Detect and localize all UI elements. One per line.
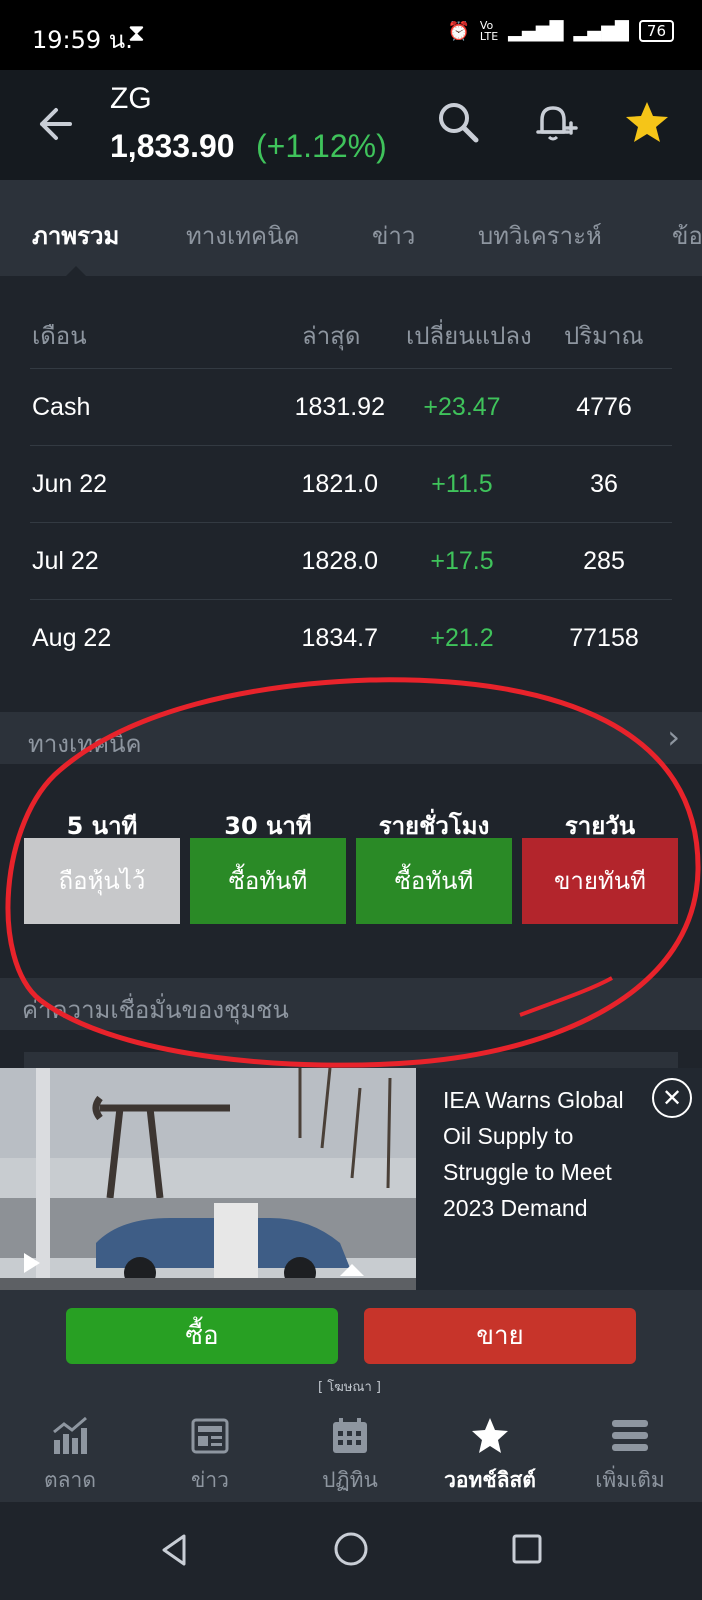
signal-icon-2: ▂▄▆█ [573, 20, 629, 42]
status-icons: ⏰ Vo LTE ▂▄▆█ ▂▄▆█ 76 [447, 20, 674, 42]
section-title: ทางเทคนิค [28, 730, 142, 758]
signal-sell: ขายทันที [522, 838, 678, 924]
calendar-icon [333, 1418, 367, 1453]
row-last: 1828.0 [301, 547, 378, 575]
instrument-price: 1,833.90 [110, 128, 235, 164]
row-last: 1834.7 [301, 624, 378, 652]
sentiment-section-header[interactable]: ค่าความเชื่อมั่นของชุมชน [0, 978, 702, 1030]
news-icon [191, 1418, 229, 1454]
row-volume: 4776 [576, 393, 632, 421]
ad-banner[interactable]: IEA Warns Global Oil Supply to Struggle … [0, 1068, 702, 1290]
column-header-change: เปลี่ยนแปลง [406, 322, 532, 350]
row-volume: 77158 [569, 624, 639, 652]
tab-overview[interactable]: ภาพรวม [32, 216, 119, 255]
nav-watchlist[interactable]: วอทช์ลิสต์ [420, 1402, 560, 1502]
system-recents-icon[interactable] [510, 1532, 544, 1566]
nav-calendar[interactable]: ปฏิทิน [280, 1402, 420, 1502]
row-volume: 285 [583, 547, 625, 575]
column-header-volume: ปริมาณ [564, 322, 644, 350]
tab-more[interactable]: ข้อ [672, 216, 702, 255]
signal-neutral: ถือหุ้นไว้ [24, 838, 180, 924]
nav-label: วอทช์ลิสต์ [444, 1468, 536, 1492]
nav-news[interactable]: ข่าว [140, 1402, 280, 1502]
signal-buy: ซื้อทันที [190, 838, 346, 924]
system-back-icon[interactable] [156, 1532, 192, 1568]
instrument-change: (+1.12%) [256, 128, 387, 164]
chart-icon [53, 1416, 87, 1454]
tab-news[interactable]: ข่าว [372, 216, 415, 255]
watchlist-star-icon[interactable] [622, 98, 672, 148]
status-time: 19:59 น. [32, 26, 133, 54]
row-change: +23.47 [423, 393, 501, 421]
table-header: เดือน ล่าสุด เปลี่ยนแปลง ปริมาณ [0, 296, 702, 368]
chevron-right-icon: › [667, 718, 680, 756]
nav-label: ปฏิทิน [322, 1468, 378, 1492]
row-change: +17.5 [430, 547, 494, 575]
row-change: +11.5 [431, 470, 493, 498]
star-icon [472, 1418, 508, 1453]
row-last: 1831.92 [294, 393, 385, 421]
battery-icon: 76 [638, 20, 674, 42]
row-volume: 36 [590, 470, 618, 498]
status-bar: 19:59 น. ⧗ ⏰ Vo LTE ▂▄▆█ ▂▄▆█ 76 [0, 0, 702, 70]
column-header-last: ล่าสุด [302, 322, 361, 350]
system-home-icon[interactable] [332, 1530, 370, 1568]
tab-analysis[interactable]: บทวิเคราะห์ [478, 216, 602, 255]
buy-button[interactable]: ซื้อ [66, 1308, 338, 1364]
instrument-header: ZG 1,833.90 (+1.12%) [0, 70, 702, 180]
column-header-month: เดือน [32, 322, 87, 350]
section-title: ค่าความเชื่อมั่นของชุมชน [22, 996, 289, 1024]
system-navigation-bar [0, 1502, 702, 1600]
table-row[interactable]: Jul 22 1828.0 +17.5 285 [30, 522, 672, 600]
volte-icon: Vo LTE [479, 19, 499, 43]
tab-technical[interactable]: ทางเทคนิค [186, 216, 300, 255]
row-change: +21.2 [430, 624, 494, 652]
ad-headline[interactable]: IEA Warns Global Oil Supply to Struggle … [443, 1082, 653, 1226]
ad-image[interactable] [0, 1068, 416, 1290]
trade-bar: ซื้อ ขาย [ โฆษณา ] [0, 1290, 702, 1402]
instrument-symbol: ZG [110, 82, 152, 115]
ad-label: [ โฆษณา ] [318, 1380, 381, 1395]
table-row[interactable]: Cash 1831.92 +23.47 4776 [30, 368, 672, 446]
nav-more[interactable]: เพิ่มเติม [560, 1402, 700, 1502]
technical-section-header[interactable]: ทางเทคนิค › [0, 712, 702, 764]
search-icon[interactable] [434, 98, 484, 148]
alarm-icon: ⏰ [447, 20, 470, 42]
active-tab-indicator [66, 266, 86, 276]
expand-up-icon[interactable] [340, 1264, 364, 1276]
table-row[interactable]: Jun 22 1821.0 +11.5 36 [30, 445, 672, 523]
nav-label: ข่าว [191, 1468, 229, 1492]
close-icon[interactable]: ✕ [652, 1078, 692, 1118]
nav-label: ตลาด [44, 1468, 96, 1492]
nav-label: เพิ่มเติม [595, 1468, 665, 1492]
hourglass-icon: ⧗ [128, 19, 145, 47]
add-alert-bell-icon[interactable] [530, 98, 580, 148]
tab-bar: ภาพรวม ทางเทคนิค ข่าว บทวิเคราะห์ ข้อ [0, 180, 702, 276]
signal-buy: ซื้อทันที [356, 838, 512, 924]
back-arrow-icon[interactable] [34, 104, 74, 144]
bottom-navigation: ตลาด ข่าว ปฏิทิน วอทช์ลิสต์ เพิ่มเติม [0, 1402, 702, 1502]
sell-button[interactable]: ขาย [364, 1308, 636, 1364]
menu-icon [612, 1420, 648, 1451]
table-row[interactable]: Aug 22 1834.7 +21.2 77158 [30, 599, 672, 677]
nav-markets[interactable]: ตลาด [0, 1402, 140, 1502]
row-last: 1821.0 [301, 470, 378, 498]
signal-icon: ▂▄▆█ [508, 20, 564, 42]
